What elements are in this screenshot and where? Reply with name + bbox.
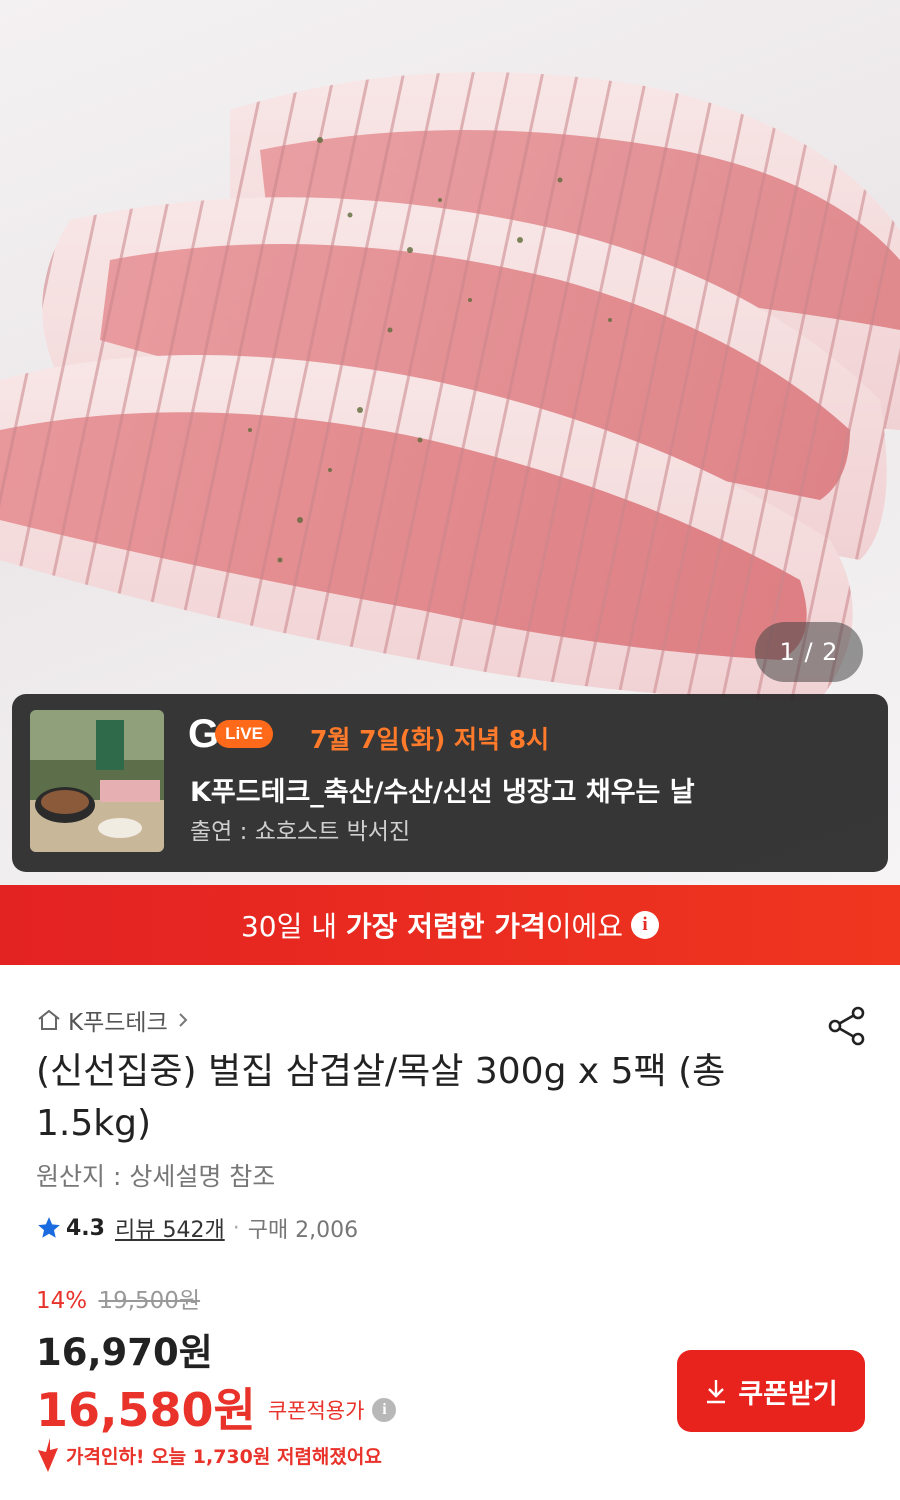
product-title: (신선집중) 벌집 삼겹살/목살 300g x 5팩 (총 1.5kg) [36, 1051, 726, 1144]
live-broadcast-banner[interactable]: G LiVE 7월 7일(화) 저녁 8시 K푸드테크_축산/수산/신선 냉장고… [12, 694, 888, 872]
arrow-down-icon [38, 1438, 58, 1472]
origin-info: 원산지 : 상세설명 참조 [36, 1162, 276, 1191]
price-drop-notice: 가격인하! 오늘 1,730원 저렴해졌어요 [36, 1438, 382, 1472]
info-icon[interactable]: i [631, 911, 660, 939]
get-coupon-button[interactable]: 쿠폰받기 [677, 1350, 865, 1432]
coupon-button-label: 쿠폰받기 [738, 1378, 838, 1410]
live-badge: LiVE [215, 720, 273, 748]
sale-price: 16,970원 [36, 1331, 213, 1374]
coupon-price: 16,580원 [36, 1383, 256, 1437]
price-drop-text: 가격인하! 오늘 1,730원 저렴해졌어요 [66, 1445, 382, 1468]
coupon-price-row: 16,580원 쿠폰적용가 i [36, 1374, 397, 1440]
lowest-highlight: 가장 저렴한 가격 [345, 910, 546, 943]
original-price: 19,500원 [98, 1288, 201, 1314]
rating-row: 4.3 리뷰 542개 · 구매 2,006 [36, 1212, 358, 1244]
lowest-suffix: 이에요 [545, 910, 624, 943]
coupon-price-label: 쿠폰적용가 [267, 1399, 365, 1423]
download-icon [707, 1380, 726, 1404]
lowest-price-banner[interactable]: 30일 내 가장 저렴한 가격 이에요 i [0, 885, 900, 965]
home-icon [38, 1009, 60, 1030]
star-icon [38, 1217, 60, 1238]
live-cast: 출연 : 쇼호스트 박서진 [190, 819, 411, 845]
rating-score: 4.3 [66, 1215, 105, 1241]
share-icon[interactable] [826, 1005, 868, 1047]
store-name: K푸드테크 [68, 1010, 168, 1036]
glive-logo: G LiVE [188, 714, 273, 754]
image-counter: 1 / 2 [755, 622, 863, 682]
separator-dot: · [232, 1215, 240, 1241]
live-date: 7월 7일(화) 저녁 8시 [310, 725, 550, 754]
discount-row: 14% 19,500원 [36, 1281, 200, 1315]
review-link[interactable]: 리뷰 542개 [115, 1212, 225, 1244]
info-icon[interactable]: i [372, 1398, 397, 1422]
purchase-count: 구매 2,006 [247, 1218, 359, 1243]
lowest-prefix: 30일 내 [240, 910, 346, 943]
chevron-right-icon [179, 1013, 188, 1027]
store-link[interactable]: K푸드테크 [36, 1003, 198, 1037]
live-thumbnail [30, 710, 164, 852]
live-title: K푸드테크_축산/수산/신선 냉장고 채우는 날 [190, 777, 695, 808]
discount-percent: 14% [36, 1288, 88, 1314]
